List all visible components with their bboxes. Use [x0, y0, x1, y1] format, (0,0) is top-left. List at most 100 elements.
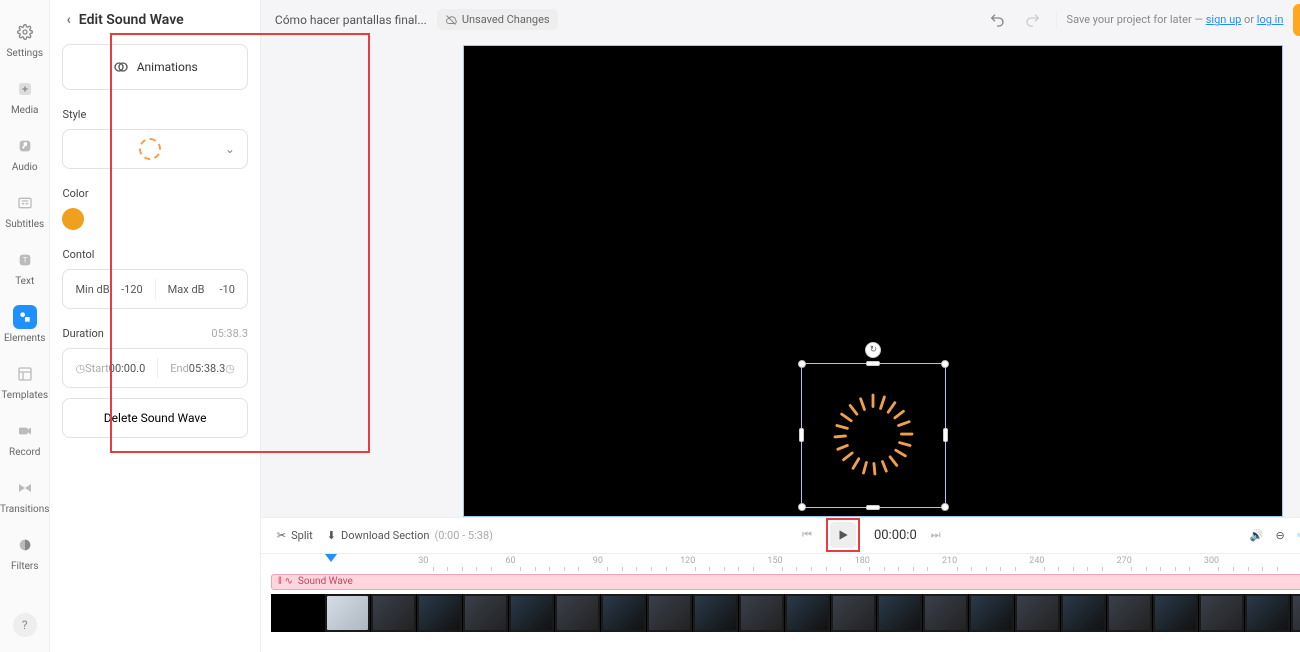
templates-icon	[13, 362, 37, 386]
resize-handle-w[interactable]	[799, 428, 804, 442]
video-thumbnail[interactable]	[923, 594, 969, 632]
video-thumbnail[interactable]	[1245, 594, 1291, 632]
resize-handle-n[interactable]	[866, 361, 880, 366]
video-thumbnail[interactable]	[1107, 594, 1153, 632]
playhead[interactable]	[325, 554, 337, 562]
nav-subtitles[interactable]: Subtitles	[5, 191, 44, 230]
color-picker[interactable]	[62, 208, 84, 230]
sound-wave-track-label: Sound Wave	[298, 576, 353, 587]
animations-button[interactable]: Animations	[62, 44, 247, 90]
video-thumbnail[interactable]	[1291, 594, 1300, 632]
sound-wave-track[interactable]: ‖ ∿ Sound Wave	[271, 574, 1300, 590]
nav-audio[interactable]: Audio	[12, 134, 38, 173]
topbar: Cómo hacer pantallas final... Unsaved Ch…	[261, 0, 1300, 40]
nav-transitions[interactable]: Transitions	[0, 476, 49, 515]
nav-settings[interactable]: Settings	[6, 20, 43, 59]
back-icon[interactable]: ‹	[66, 12, 70, 28]
rewind-button[interactable]: ⏮	[802, 528, 812, 542]
resize-handle-ne[interactable]	[941, 360, 949, 368]
video-thumbnail[interactable]	[1061, 594, 1107, 632]
camera-icon	[13, 419, 37, 443]
video-canvas[interactable]: ↻	[463, 45, 1283, 517]
play-button[interactable]	[830, 522, 856, 548]
video-thumbnail[interactable]	[693, 594, 739, 632]
video-thumbnail[interactable]	[969, 594, 1015, 632]
nav-elements[interactable]: Elements	[4, 305, 45, 344]
video-thumbnail[interactable]	[1199, 594, 1245, 632]
resize-handle-nw[interactable]	[798, 360, 806, 368]
forward-button[interactable]: ⏭	[931, 528, 941, 542]
panel-header: ‹ Edit Sound Wave	[50, 12, 259, 36]
start-field[interactable]: ◷ Start 00:00.0	[63, 362, 157, 375]
help-button[interactable]: ?	[13, 613, 37, 637]
min-db-field[interactable]: Min dB -120	[63, 283, 154, 296]
login-link[interactable]: log in	[1257, 13, 1284, 26]
download-section-button[interactable]: ⬇ Download Section(0:00 - 5:38)	[327, 529, 493, 542]
resize-handle-se[interactable]	[941, 503, 949, 511]
video-thumbnail[interactable]	[463, 594, 509, 632]
timecode: 00:00:0	[874, 528, 917, 543]
nav-label: Subtitles	[5, 219, 44, 230]
nav-filters[interactable]: Filters	[11, 533, 39, 572]
video-thumbnail[interactable]	[371, 594, 417, 632]
start-label: Start	[85, 362, 109, 375]
resize-handle-e[interactable]	[943, 428, 948, 442]
end-value: 05:38.3	[189, 362, 225, 375]
left-nav: Settings Media Audio Subtitles TText Ele…	[0, 0, 50, 652]
max-db-field[interactable]: Max dB -10	[156, 283, 247, 296]
video-thumbnail[interactable]	[831, 594, 877, 632]
duration-box: ◷ Start 00:00.0 End 05:38.3 ◷	[62, 348, 247, 388]
delete-label: Delete Sound Wave	[104, 411, 207, 425]
volume-icon[interactable]: 🔊	[1250, 529, 1264, 542]
nav-text[interactable]: TText	[13, 248, 37, 287]
control-box: Min dB -120 Max dB -10	[62, 269, 247, 309]
gear-icon	[13, 20, 37, 44]
video-thumbnail[interactable]	[1153, 594, 1199, 632]
subtitles-icon	[13, 191, 37, 215]
undo-button[interactable]	[984, 7, 1010, 33]
zoom-out-button[interactable]: ⊖	[1275, 529, 1284, 542]
video-thumbnail[interactable]	[1015, 594, 1061, 632]
ruler-tick: 120	[680, 556, 695, 566]
resize-handle-sw[interactable]	[798, 503, 806, 511]
ruler-tick: 210	[942, 556, 957, 566]
min-db-value: -120	[121, 283, 143, 296]
delete-sound-wave-button[interactable]: Delete Sound Wave	[62, 398, 247, 438]
video-track[interactable]	[271, 594, 1300, 632]
download-icon: ⬇	[327, 529, 336, 542]
video-thumbnail[interactable]	[739, 594, 785, 632]
project-title[interactable]: Cómo hacer pantallas final...	[275, 13, 427, 27]
video-clip-start[interactable]	[271, 594, 325, 632]
video-thumbnail[interactable]	[877, 594, 923, 632]
video-thumbnail[interactable]	[325, 594, 371, 632]
sound-wave-visual	[826, 388, 921, 483]
nav-record[interactable]: Record	[9, 419, 40, 458]
resize-handle-s[interactable]	[866, 505, 880, 510]
soundwave-track-icon: ‖ ∿	[278, 576, 293, 587]
split-button[interactable]: ✂ Split	[277, 529, 313, 542]
redo-button[interactable]	[1020, 7, 1046, 33]
nav-media[interactable]: Media	[11, 77, 39, 116]
max-db-label: Max dB	[168, 283, 205, 296]
selection-box[interactable]: ↻	[801, 363, 946, 508]
nav-templates[interactable]: Templates	[1, 362, 48, 401]
ruler-tick: 180	[855, 556, 870, 566]
video-thumbnail[interactable]	[555, 594, 601, 632]
video-thumbnail[interactable]	[417, 594, 463, 632]
animations-icon	[113, 59, 129, 75]
rotate-handle[interactable]: ↻	[865, 342, 881, 358]
timeline[interactable]: 306090120150180210240270300 ‖ ∿ Sound Wa…	[261, 553, 1300, 652]
nav-label: Elements	[4, 333, 45, 344]
ruler-tick: 30	[418, 556, 428, 566]
video-thumbnail[interactable]	[647, 594, 693, 632]
video-thumbnail[interactable]	[785, 594, 831, 632]
upgrade-button[interactable]: Upgrade ⚡	[1293, 4, 1300, 36]
timeline-ruler[interactable]: 306090120150180210240270300	[261, 554, 1300, 574]
end-field[interactable]: End 05:38.3 ◷	[158, 362, 247, 375]
video-thumbnail[interactable]	[601, 594, 647, 632]
start-value: 00:00.0	[109, 362, 145, 375]
signup-link[interactable]: sign up	[1206, 13, 1242, 26]
video-thumbnail[interactable]	[509, 594, 555, 632]
text-icon: T	[13, 248, 37, 272]
style-select[interactable]: ⌄	[62, 129, 247, 169]
